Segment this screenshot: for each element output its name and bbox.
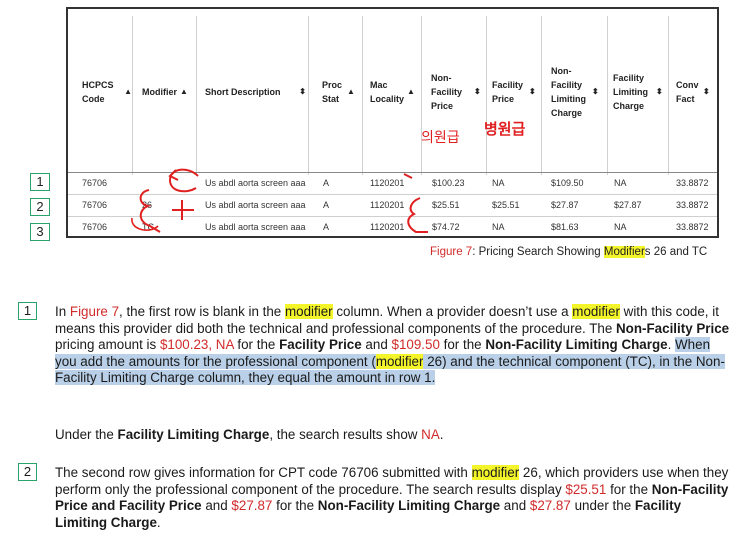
price-value: $27.87	[529, 498, 571, 514]
bold-term: Non-Facility Limiting Charge	[485, 337, 668, 353]
text: and	[361, 337, 392, 353]
caption-highlight: Modifier	[603, 246, 645, 258]
text: The second row gives information for CPT…	[55, 465, 472, 480]
brace-right-mark	[403, 173, 428, 233]
text: pricing amount is	[55, 337, 160, 353]
paragraph-1: In Figure 7, the first row is blank in t…	[55, 304, 735, 387]
bold-term: Facility Limiting Charge	[117, 427, 270, 442]
plus-mark	[172, 200, 194, 220]
bold-term: Facility Price	[279, 337, 362, 353]
highlight-term: modifier	[375, 353, 424, 369]
brace-left-mark	[139, 189, 161, 233]
paragraph-number-badge: 1	[18, 302, 37, 320]
highlight-term: modifier	[471, 465, 520, 480]
text: for the	[233, 337, 280, 353]
text: In	[55, 304, 70, 319]
text: .	[156, 514, 161, 530]
price-value: $27.87	[231, 498, 273, 514]
caption-text: : Pricing Search Showing	[472, 246, 604, 258]
caption-text: s 26 and TC	[644, 246, 708, 258]
text: for the	[439, 337, 486, 353]
price-value: $109.50	[391, 337, 440, 353]
text: under the	[570, 498, 635, 514]
text: , the first row is blank in the	[119, 304, 285, 319]
bold-term: Non-Facility Price	[616, 320, 730, 336]
highlight-term: modifier	[284, 304, 333, 319]
text: Under the	[55, 427, 118, 442]
figure-caption: Figure 7: Pricing Search Showing Modifie…	[430, 246, 707, 258]
text: and	[500, 498, 530, 514]
price-value: $25.51	[565, 481, 607, 497]
text: .	[667, 337, 676, 353]
paragraph-2: The second row gives information for CPT…	[55, 465, 735, 531]
text: for the	[272, 498, 318, 514]
text: and	[201, 498, 232, 514]
caption-figure-ref: Figure 7	[430, 246, 473, 258]
paragraph-number-badge: 2	[18, 463, 37, 481]
text: , the search results show	[269, 427, 422, 442]
bold-term: Non-Facility Limiting Charge	[317, 498, 501, 514]
text: column. When a provider doesn’t use a	[332, 304, 573, 319]
highlight-term: modifier	[572, 304, 620, 319]
paragraph-1b: Under the Facility Limiting Charge, the …	[55, 427, 735, 444]
figure-ref: Figure 7	[69, 304, 120, 319]
price-value: NA	[421, 427, 440, 442]
text: for the	[606, 481, 652, 497]
price-value: $100.23, NA	[159, 337, 234, 353]
text: .	[439, 427, 444, 442]
